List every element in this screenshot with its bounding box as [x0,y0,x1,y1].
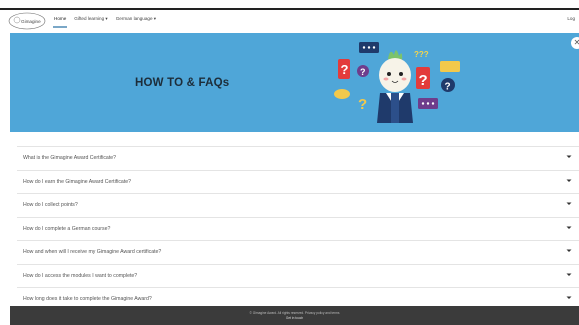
nav-home[interactable]: Home [52,16,68,28]
chevron-down-icon[interactable] [565,271,573,279]
nav-german-language[interactable]: German language ▾ [116,16,156,22]
faq-question: How do I collect points? [23,202,78,208]
nav-gifted-learning[interactable]: Gifted learning ▾ [74,16,107,22]
chevron-down-icon[interactable] [565,200,573,208]
nav-login[interactable]: Log [567,16,575,21]
faq-question: How do I earn the Gimagine Award Certifi… [23,178,132,185]
top-navigation: Gimagine Home Gifted learning ▾ German l… [0,10,579,32]
footer-link[interactable]: Get in touch [10,316,579,320]
chevron-down-icon[interactable] [565,177,573,185]
faq-list: What is the Gimagine Award Certificate? … [17,146,579,312]
footer-copyright: © Gimagine Award. All rights reserved. P… [249,311,340,315]
svg-text:Gimagine: Gimagine [21,19,41,24]
faq-question: What is the Gimagine Award Certificate? [23,155,117,161]
site-logo[interactable]: Gimagine [8,12,46,30]
faq-item[interactable]: How do I collect points? [17,194,579,218]
svg-text:???: ??? [414,50,429,59]
svg-text:?: ? [445,82,451,93]
svg-text:?: ? [419,72,428,89]
chevron-down-icon[interactable] [565,247,573,255]
svg-text:?: ? [360,67,366,77]
faq-item[interactable]: How do I earn the Gimagine Award Certifi… [17,171,579,194]
faq-question: How do I access the modules I want to co… [23,272,138,279]
site-footer: © Gimagine Award. All rights reserved. P… [10,306,579,325]
faq-question: How long does it take to complete the Gi… [23,296,152,302]
chevron-down-icon[interactable] [565,294,573,302]
top-strip [0,0,579,10]
mascot-illustration: ??? ? ? ? ? ? [334,42,460,123]
faq-question: How do I complete a German course? [23,225,111,232]
chevron-down-icon[interactable] [565,224,573,232]
page-title: HOW TO & FAQs [135,77,230,89]
faq-item[interactable]: How do I complete a German course? [17,218,579,241]
svg-text:?: ? [341,62,349,77]
faq-question: How and when will I receive my Gimagine … [23,249,162,255]
svg-text:?: ? [358,96,367,113]
close-icon[interactable]: ✕ [571,37,579,49]
faq-item[interactable]: How do I access the modules I want to co… [17,265,579,288]
hero-banner: HOW TO & FAQs ??? ? ? ? ? ? ✕ [10,33,579,132]
faq-item[interactable]: What is the Gimagine Award Certificate? [17,146,579,171]
faq-item[interactable]: How and when will I receive my Gimagine … [17,241,579,265]
chevron-down-icon[interactable] [565,153,573,161]
